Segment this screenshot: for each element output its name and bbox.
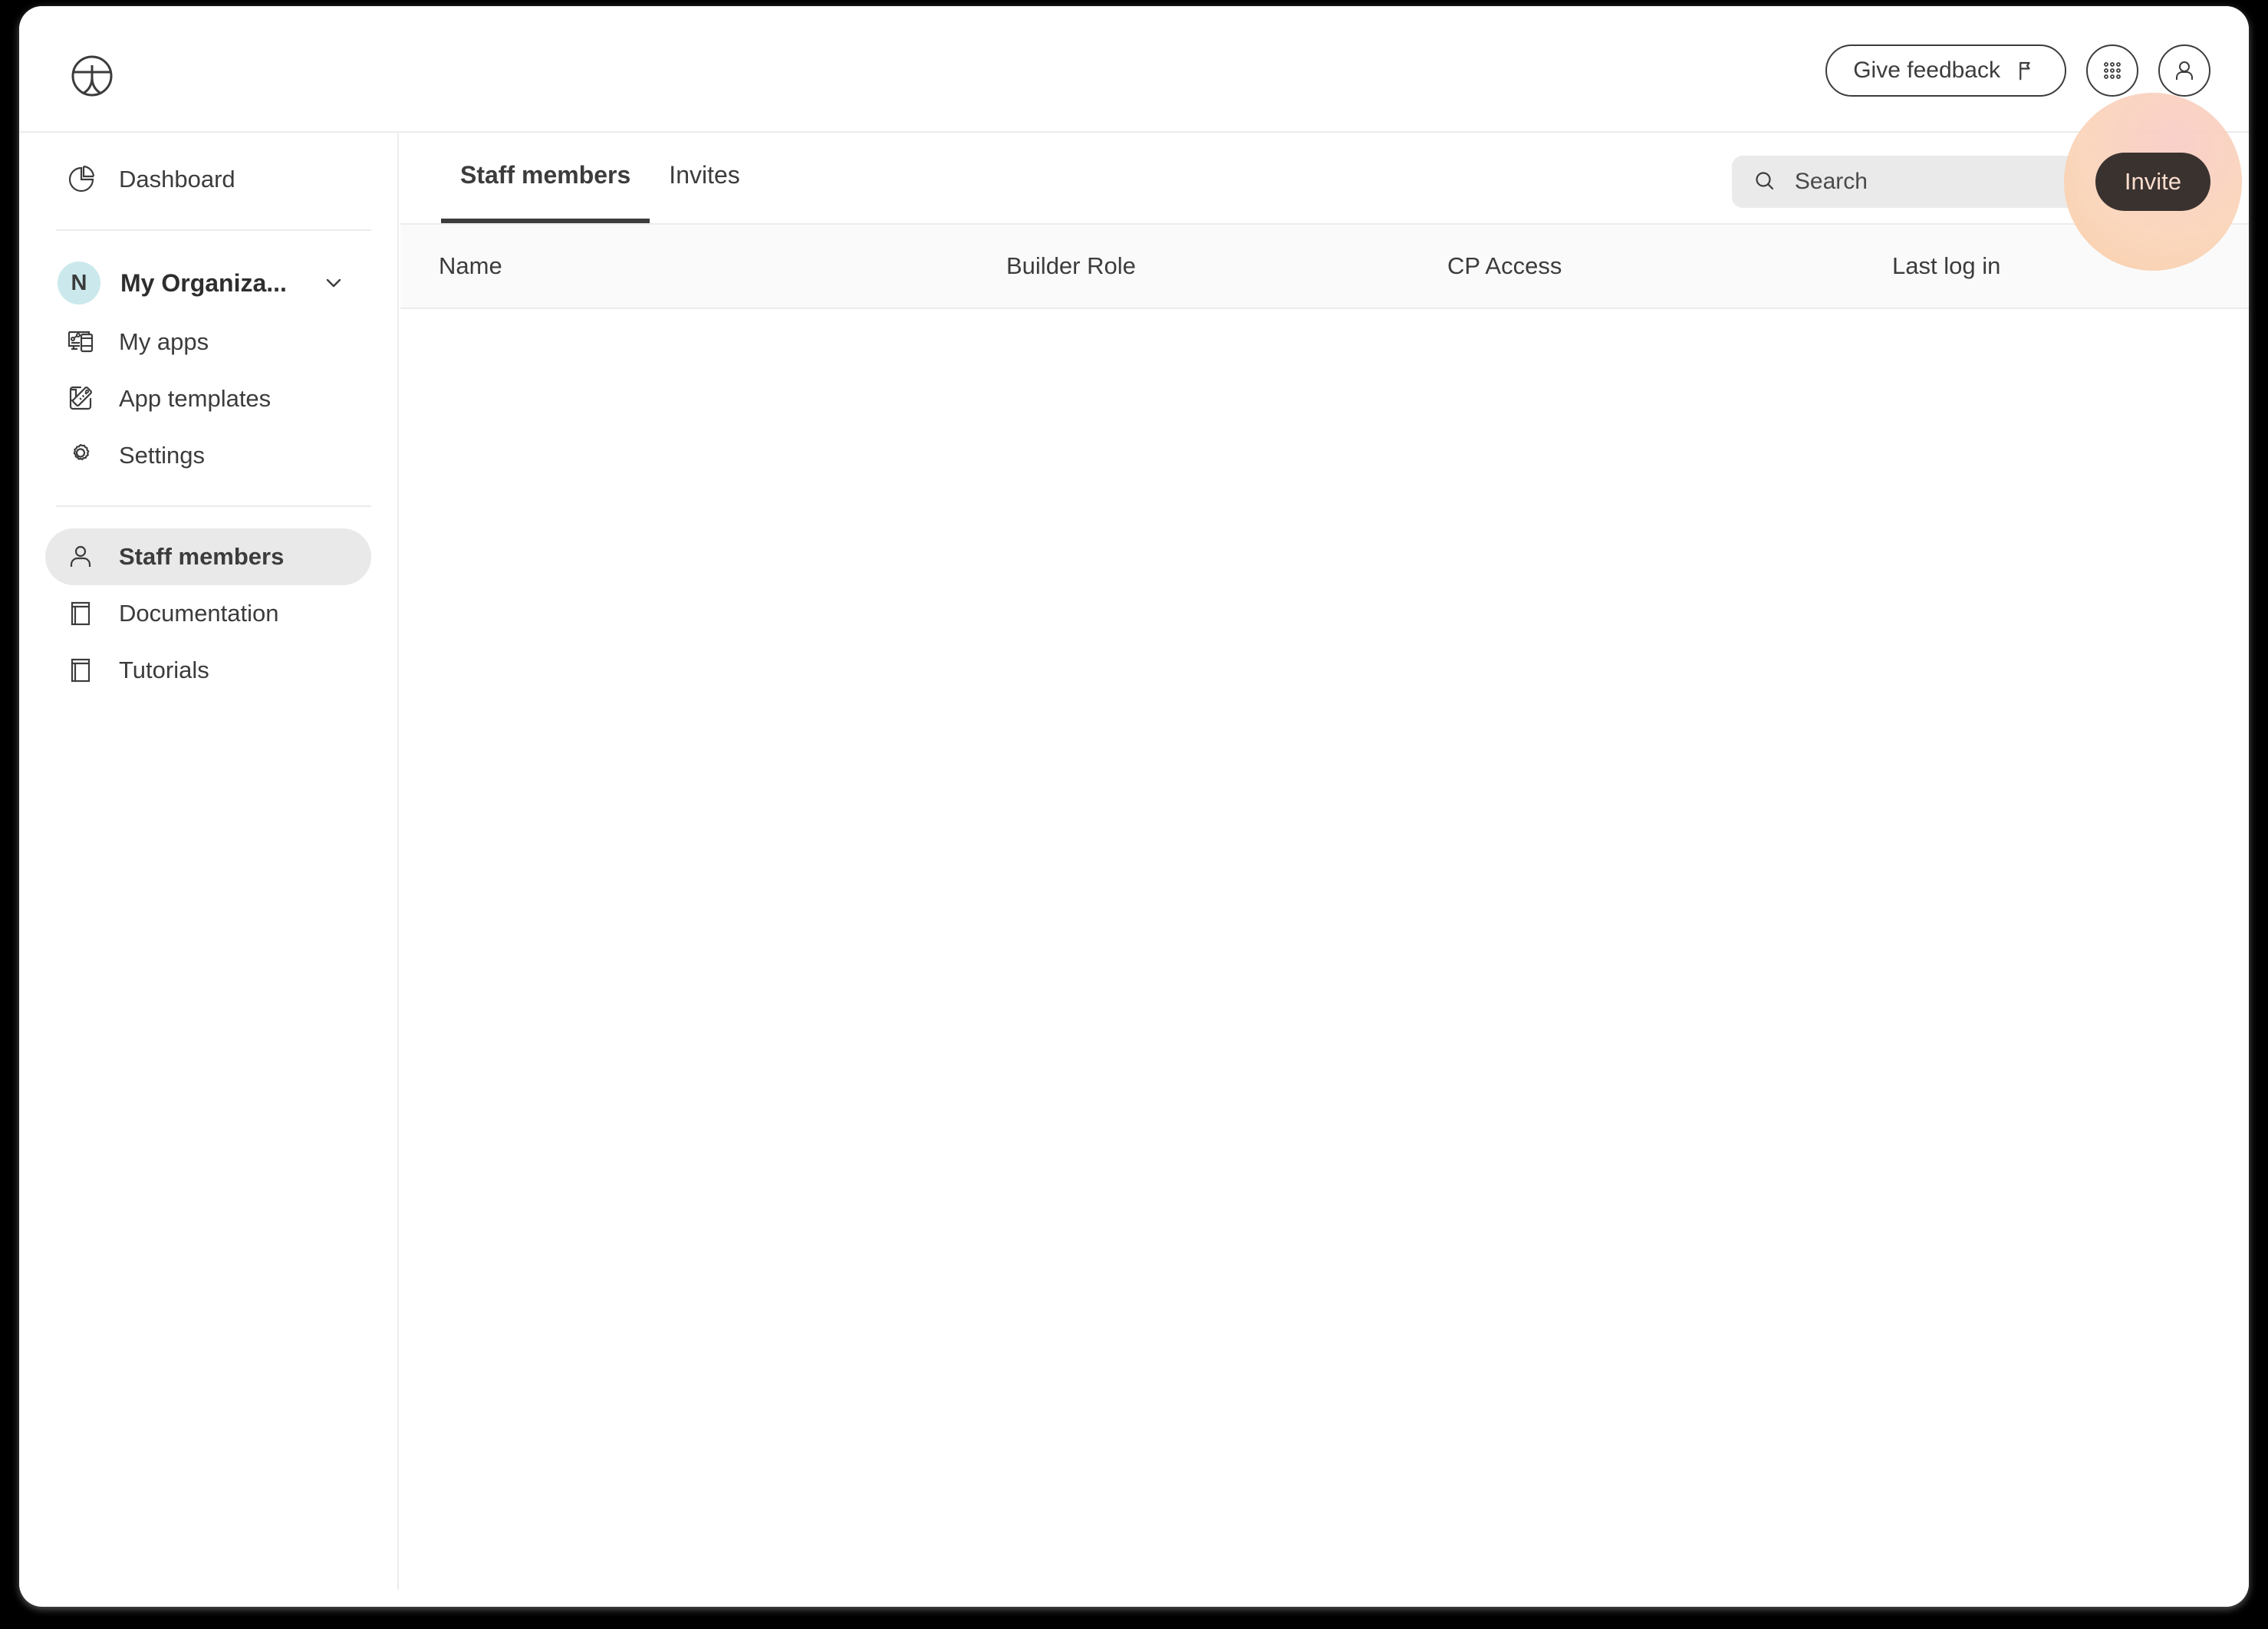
sidebar: Dashboard N My Organiza... My apps App t…: [19, 133, 399, 1590]
chevron-down-icon[interactable]: [321, 270, 347, 296]
organization-name: My Organiza...: [120, 268, 287, 297]
organization-avatar: N: [58, 262, 100, 304]
devices-icon: [64, 325, 97, 359]
template-ruler-icon: [64, 382, 97, 416]
apps-grid-icon[interactable]: [2086, 44, 2138, 97]
sidebar-item-label: Settings: [119, 442, 206, 469]
book-icon: [64, 597, 97, 630]
gear-icon: [64, 439, 97, 472]
invite-button-wrapper: Invite: [2063, 93, 2242, 271]
tab-invites[interactable]: Invites: [650, 131, 759, 223]
table-body: [400, 309, 2249, 1536]
sidebar-item-label: My apps: [119, 328, 209, 355]
content-header: Staff members Invites Search Invite: [400, 93, 2249, 271]
sidebar-item-label: Dashboard: [119, 166, 235, 193]
tab-bar: Staff members Invites: [441, 131, 759, 223]
sidebar-divider-top: [56, 229, 371, 231]
sidebar-item-label: Staff members: [119, 543, 285, 570]
column-header-name[interactable]: Name: [400, 252, 1006, 280]
sidebar-item-documentation[interactable]: Documentation: [45, 585, 371, 642]
invite-button[interactable]: Invite: [2095, 153, 2210, 211]
sidebar-item-label: App templates: [119, 385, 272, 412]
sidebar-item-staff-members[interactable]: Staff members: [45, 528, 371, 585]
sidebar-item-app-templates[interactable]: App templates: [45, 370, 371, 427]
pie-chart-icon: [64, 163, 97, 196]
topbar-actions: Give feedback: [1825, 44, 2210, 97]
sidebar-divider-bottom: [56, 505, 371, 507]
flag-icon: [2016, 59, 2039, 82]
sidebar-item-label: Documentation: [119, 600, 279, 627]
search-icon: [1752, 169, 1778, 195]
give-feedback-button[interactable]: Give feedback: [1825, 44, 2066, 97]
main-content: Staff members Invites Search Invite Name…: [400, 93, 2249, 1607]
tab-label: Staff members: [460, 160, 631, 189]
sidebar-item-my-apps[interactable]: My apps: [45, 314, 371, 370]
sidebar-item-label: Tutorials: [119, 657, 209, 683]
give-feedback-label: Give feedback: [1853, 58, 2000, 83]
column-header-last-log-in[interactable]: Last log in: [1892, 252, 2249, 280]
search-input[interactable]: [1794, 169, 2059, 195]
top-bar: Give feedback: [19, 6, 2249, 133]
tab-staff-members[interactable]: Staff members: [441, 131, 650, 223]
column-header-cp-access[interactable]: CP Access: [1447, 252, 1892, 280]
app-window: Give feedback Dashboard N My Organiza...…: [19, 6, 2249, 1607]
sidebar-item-settings[interactable]: Settings: [45, 427, 371, 484]
search-box[interactable]: [1731, 156, 2079, 208]
table-header-row: Name Builder Role CP Access Last log in: [400, 225, 2249, 309]
content-header-actions: Invite: [1731, 93, 2242, 271]
betty-blocks-logo-icon[interactable]: [70, 54, 114, 98]
book-icon: [64, 653, 97, 687]
user-avatar-icon[interactable]: [2158, 44, 2210, 97]
sidebar-item-dashboard[interactable]: Dashboard: [45, 151, 371, 208]
tab-label: Invites: [669, 160, 740, 189]
person-icon: [64, 540, 97, 574]
sidebar-item-tutorials[interactable]: Tutorials: [45, 642, 371, 699]
organization-switcher[interactable]: N My Organiza...: [45, 252, 371, 314]
column-header-builder-role[interactable]: Builder Role: [1006, 252, 1447, 280]
